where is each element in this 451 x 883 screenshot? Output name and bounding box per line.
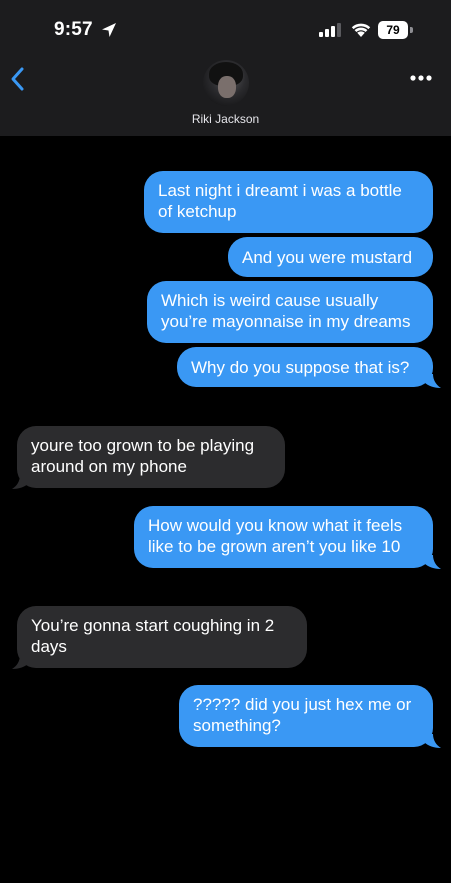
back-button[interactable]	[6, 62, 36, 96]
battery-icon: 79	[378, 21, 414, 39]
battery-level: 79	[378, 21, 408, 39]
sent-message[interactable]: Why do you suppose that is?	[177, 347, 433, 387]
message-line: something?	[193, 716, 281, 735]
message-line: like to be grown aren’t you like 10	[148, 537, 401, 556]
message-line: ????? did you just hex me or	[193, 695, 412, 714]
avatar-face	[218, 76, 236, 98]
more-options-button[interactable]	[406, 68, 436, 88]
message-line: Last night i dreamt i was a bottle	[158, 181, 402, 200]
message-line: And you were mustard	[242, 248, 413, 267]
status-time: 9:57	[54, 19, 93, 40]
wifi-icon	[351, 23, 371, 37]
received-bubble-tail	[12, 475, 29, 489]
contact-avatar[interactable]	[203, 60, 249, 106]
ellipsis-icon	[410, 75, 432, 81]
received-message[interactable]: youre too grown to be playing around on …	[17, 426, 285, 488]
contact-name[interactable]: Riki Jackson	[0, 112, 451, 126]
message-line: around on my phone	[31, 457, 187, 476]
conversation-header: 9:57 79 Riki Jackson	[0, 0, 451, 136]
received-message[interactable]: You’re gonna start coughing in 2 days	[17, 606, 307, 668]
message-line: you’re mayonnaise in my dreams	[161, 312, 411, 331]
message-line: of ketchup	[158, 202, 237, 221]
sent-message[interactable]: How would you know what it feels like to…	[134, 506, 433, 568]
sent-message[interactable]: ????? did you just hex me or something?	[179, 685, 433, 747]
message-line: You’re gonna start coughing in 2	[31, 616, 275, 635]
message-line: Why do you suppose that is?	[191, 358, 410, 377]
sent-message[interactable]: And you were mustard	[228, 237, 433, 277]
sent-bubble-tail	[424, 734, 441, 748]
message-line: days	[31, 637, 67, 656]
sent-message[interactable]: Last night i dreamt i was a bottle of ke…	[144, 171, 433, 233]
message-line: Which is weird cause usually	[161, 291, 379, 310]
chevron-left-icon	[11, 67, 24, 91]
received-bubble-tail	[12, 655, 29, 669]
message-line: youre too grown to be playing	[31, 436, 255, 455]
message-line: How would you know what it feels	[148, 516, 403, 535]
sent-message[interactable]: Which is weird cause usually you’re mayo…	[147, 281, 433, 343]
sent-bubble-tail	[424, 374, 441, 388]
cellular-signal-icon	[319, 23, 341, 37]
sent-bubble-tail	[424, 555, 441, 569]
location-arrow-icon	[102, 23, 116, 37]
battery-cap	[410, 27, 413, 33]
